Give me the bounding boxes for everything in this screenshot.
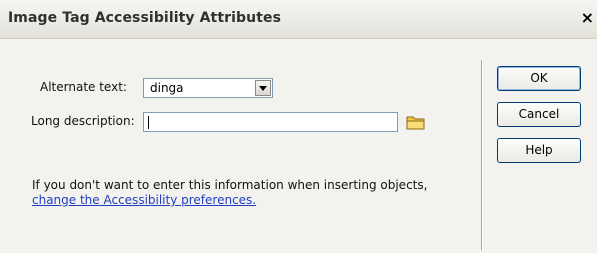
help-button[interactable]: Help [497,138,581,163]
info-message: If you don't want to enter this informat… [32,178,428,192]
close-button[interactable]: × [581,8,594,27]
chevron-down-icon[interactable] [255,80,271,96]
alt-text-value: dinga [150,81,184,95]
alt-text-combobox[interactable]: dinga [143,78,273,98]
vertical-separator [481,60,482,250]
accessibility-preferences-link[interactable]: change the Accessibility preferences. [32,193,256,207]
dialog-title: Image Tag Accessibility Attributes [8,10,282,26]
text-caret [148,116,149,129]
folder-icon[interactable] [406,114,426,131]
ok-button[interactable]: OK [497,66,581,91]
dialog-titlebar: Image Tag Accessibility Attributes × [0,0,597,39]
long-description-label: Long description: [31,114,135,128]
alt-text-label: Alternate text: [40,80,127,94]
long-description-field[interactable] [143,112,398,132]
cancel-button[interactable]: Cancel [497,102,581,127]
info-text: If you don't want to enter this informat… [32,178,427,208]
